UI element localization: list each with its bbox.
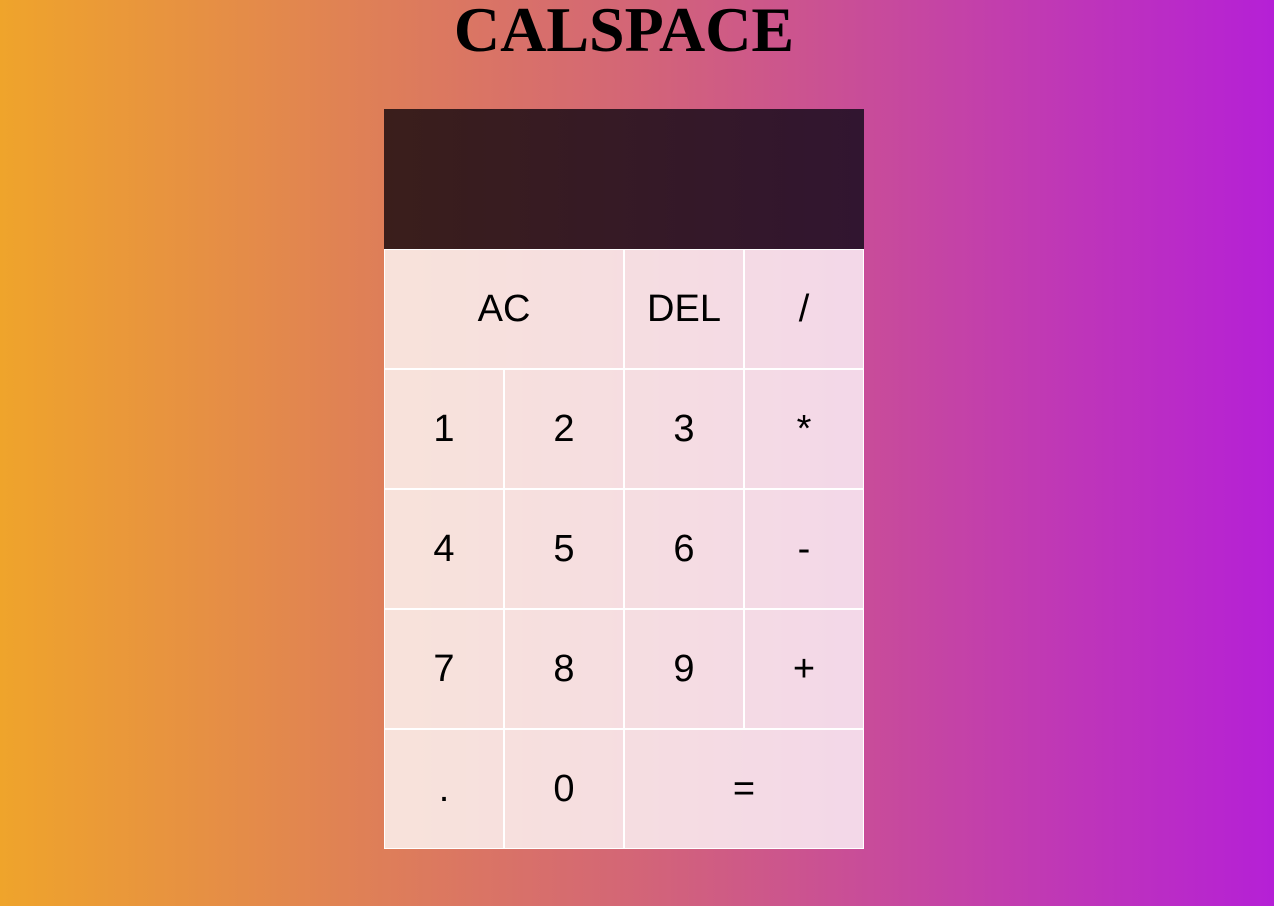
digit-8-button[interactable]: 8 bbox=[504, 609, 624, 729]
multiply-button[interactable]: * bbox=[744, 369, 864, 489]
divide-button[interactable]: / bbox=[744, 249, 864, 369]
digit-1-button[interactable]: 1 bbox=[384, 369, 504, 489]
all-clear-button[interactable]: AC bbox=[384, 249, 624, 369]
app-title: CALSPACE bbox=[453, 0, 795, 65]
digit-7-button[interactable]: 7 bbox=[384, 609, 504, 729]
decimal-button[interactable]: . bbox=[384, 729, 504, 849]
digit-0-button[interactable]: 0 bbox=[504, 729, 624, 849]
digit-4-button[interactable]: 4 bbox=[384, 489, 504, 609]
digit-3-button[interactable]: 3 bbox=[624, 369, 744, 489]
digit-2-button[interactable]: 2 bbox=[504, 369, 624, 489]
digit-9-button[interactable]: 9 bbox=[624, 609, 744, 729]
subtract-button[interactable]: - bbox=[744, 489, 864, 609]
add-button[interactable]: + bbox=[744, 609, 864, 729]
digit-6-button[interactable]: 6 bbox=[624, 489, 744, 609]
equals-button[interactable]: = bbox=[624, 729, 864, 849]
digit-5-button[interactable]: 5 bbox=[504, 489, 624, 609]
delete-button[interactable]: DEL bbox=[624, 249, 744, 369]
calculator-display bbox=[384, 109, 864, 249]
calculator-grid: AC DEL / 1 2 3 * 4 5 6 - 7 8 9 + . 0 = bbox=[384, 109, 864, 849]
